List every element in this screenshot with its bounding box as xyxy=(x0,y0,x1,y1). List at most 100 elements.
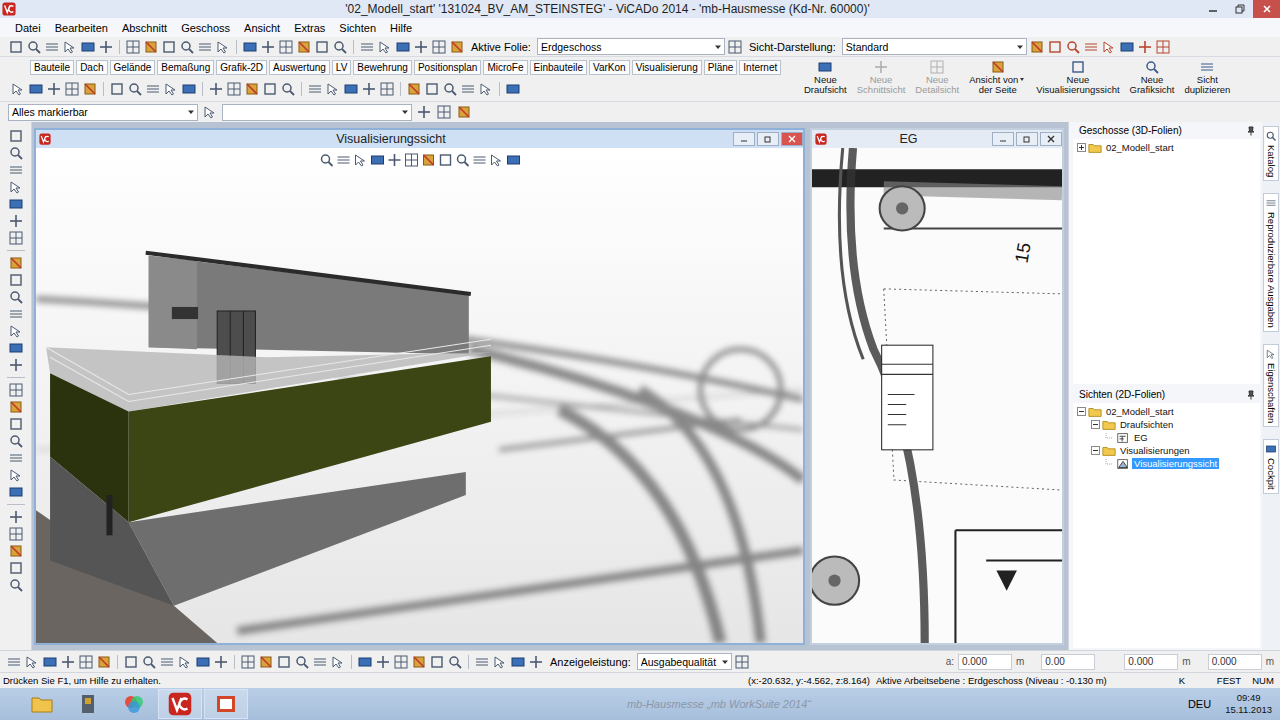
child-restore-button[interactable] xyxy=(1016,132,1038,146)
tool-icon[interactable] xyxy=(442,81,458,97)
tool-icon[interactable] xyxy=(474,654,490,670)
tool-icon[interactable] xyxy=(377,39,393,55)
dropdown-arrow-icon[interactable] xyxy=(719,656,731,668)
field-input[interactable]: 0.00 xyxy=(1041,654,1095,670)
tool-icon[interactable] xyxy=(505,152,521,168)
tool-icon[interactable] xyxy=(8,484,24,500)
tree-item-label[interactable]: 02_Modell_start xyxy=(1104,406,1176,417)
tool-icon[interactable] xyxy=(8,526,24,542)
menu-item[interactable]: Geschoss xyxy=(174,22,237,34)
restore-icon[interactable] xyxy=(764,135,772,143)
tool-icon[interactable] xyxy=(8,306,24,322)
building-3d-render[interactable] xyxy=(36,148,803,643)
tool-icon[interactable] xyxy=(8,509,24,525)
restore-icon[interactable] xyxy=(1235,4,1245,14)
tool-icon[interactable] xyxy=(528,654,544,670)
ribbon-tab[interactable]: VarKon xyxy=(589,60,630,75)
tool-icon[interactable] xyxy=(109,81,125,97)
ribbon-tab[interactable]: Pläne xyxy=(704,60,738,75)
tree-item[interactable]: Draufsichten xyxy=(1073,418,1260,431)
ribbon-tab[interactable]: Gelände xyxy=(110,60,156,75)
view-button[interactable]: NeueVisualisierungssicht xyxy=(1032,59,1123,95)
tool-icon[interactable] xyxy=(1119,39,1135,55)
ribbon-tab[interactable]: Internet xyxy=(739,60,781,75)
tool-icon[interactable] xyxy=(240,654,256,670)
tool-icon[interactable] xyxy=(307,81,323,97)
ribbon-tab[interactable]: Einbauteile xyxy=(530,60,587,75)
tool-icon[interactable] xyxy=(276,654,292,670)
tool-icon[interactable] xyxy=(1155,39,1171,55)
tool-icon[interactable] xyxy=(197,39,213,55)
tool-icon[interactable] xyxy=(471,152,487,168)
performance-select[interactable]: Ausgabequalität xyxy=(637,653,732,670)
tool-icon[interactable] xyxy=(325,81,341,97)
tool-icon[interactable] xyxy=(403,152,419,168)
ribbon-tab[interactable]: Visualisierung xyxy=(632,60,702,75)
tool-icon[interactable] xyxy=(1047,39,1063,55)
menu-item[interactable]: Ansicht xyxy=(237,22,287,34)
tool-icon[interactable] xyxy=(8,323,24,339)
tool-icon[interactable] xyxy=(420,152,436,168)
dropdown-arrow-icon[interactable] xyxy=(1018,75,1026,83)
tool-icon[interactable] xyxy=(411,654,427,670)
tool-icon[interactable] xyxy=(78,654,94,670)
ribbon-tab[interactable]: Auswertung xyxy=(269,60,330,75)
dropdown-arrow-icon[interactable] xyxy=(1014,41,1026,53)
tool-icon[interactable] xyxy=(8,128,24,144)
ribbon-tab[interactable]: MicroFe xyxy=(483,60,527,75)
dropdown-arrow-icon[interactable] xyxy=(712,41,724,53)
tool-icon[interactable] xyxy=(125,39,141,55)
app-icon[interactable] xyxy=(76,692,100,716)
collapse-icon[interactable] xyxy=(1091,420,1100,429)
side-tab[interactable]: Eigenschaften xyxy=(1263,344,1279,427)
tool-icon[interactable] xyxy=(436,104,452,120)
tool-icon[interactable] xyxy=(357,654,373,670)
close-button[interactable] xyxy=(1253,0,1280,18)
floor-plan-drawing[interactable]: 15 xyxy=(812,148,1062,643)
tool-icon[interactable] xyxy=(8,196,24,212)
explorer-folder-icon[interactable] xyxy=(30,692,54,716)
tool-icon[interactable] xyxy=(8,543,24,559)
tree-item[interactable]: EG xyxy=(1073,431,1260,444)
minimize-icon[interactable] xyxy=(1208,4,1218,14)
view-button-icon[interactable] xyxy=(990,59,1006,75)
child-minimize-button[interactable] xyxy=(733,132,755,146)
tool-icon[interactable] xyxy=(478,81,494,97)
tool-icon[interactable] xyxy=(456,104,472,120)
tool-icon[interactable] xyxy=(413,39,429,55)
tree-item-label[interactable]: 02_Modell_start xyxy=(1104,142,1176,153)
active-layer-select[interactable]: Erdgeschoss xyxy=(537,38,725,55)
close-icon[interactable] xyxy=(1047,135,1055,143)
side-tab-icon[interactable] xyxy=(1265,130,1277,142)
pin-icon[interactable] xyxy=(1246,390,1256,400)
ribbon-tab[interactable]: Bewehrung xyxy=(353,60,412,75)
tool-icon[interactable] xyxy=(510,654,526,670)
pin-icon[interactable] xyxy=(1246,126,1256,136)
tool-icon[interactable] xyxy=(280,81,296,97)
tool-icon[interactable] xyxy=(343,81,359,97)
tool-icon[interactable] xyxy=(447,654,463,670)
tool-icon[interactable] xyxy=(335,152,351,168)
child-close-button[interactable] xyxy=(1040,132,1062,146)
tool-icon[interactable] xyxy=(8,357,24,373)
tool-icon[interactable] xyxy=(82,81,98,97)
dropdown-arrow-icon[interactable] xyxy=(399,106,411,118)
expand-icon[interactable] xyxy=(1077,143,1086,152)
selection-filter-select[interactable]: Alles markierbar xyxy=(8,104,198,121)
tool-icon[interactable] xyxy=(361,81,377,97)
tool-icon[interactable] xyxy=(318,152,334,168)
tool-icon[interactable] xyxy=(1029,39,1045,55)
tool-icon[interactable] xyxy=(416,104,432,120)
tool-icon[interactable] xyxy=(98,39,114,55)
tool-icon[interactable] xyxy=(727,39,743,55)
tool-icon[interactable] xyxy=(181,81,197,97)
tool-icon[interactable] xyxy=(8,416,24,432)
tool-icon[interactable] xyxy=(8,382,24,398)
view-button[interactable]: Sichtduplizieren xyxy=(1180,59,1234,95)
ribbon-tab[interactable]: Dach xyxy=(76,60,107,75)
tool-icon[interactable] xyxy=(505,81,521,97)
tool-icon[interactable] xyxy=(375,654,391,670)
menu-item[interactable]: Extras xyxy=(287,22,332,34)
tool-icon[interactable] xyxy=(431,39,447,55)
tool-icon[interactable] xyxy=(393,654,409,670)
